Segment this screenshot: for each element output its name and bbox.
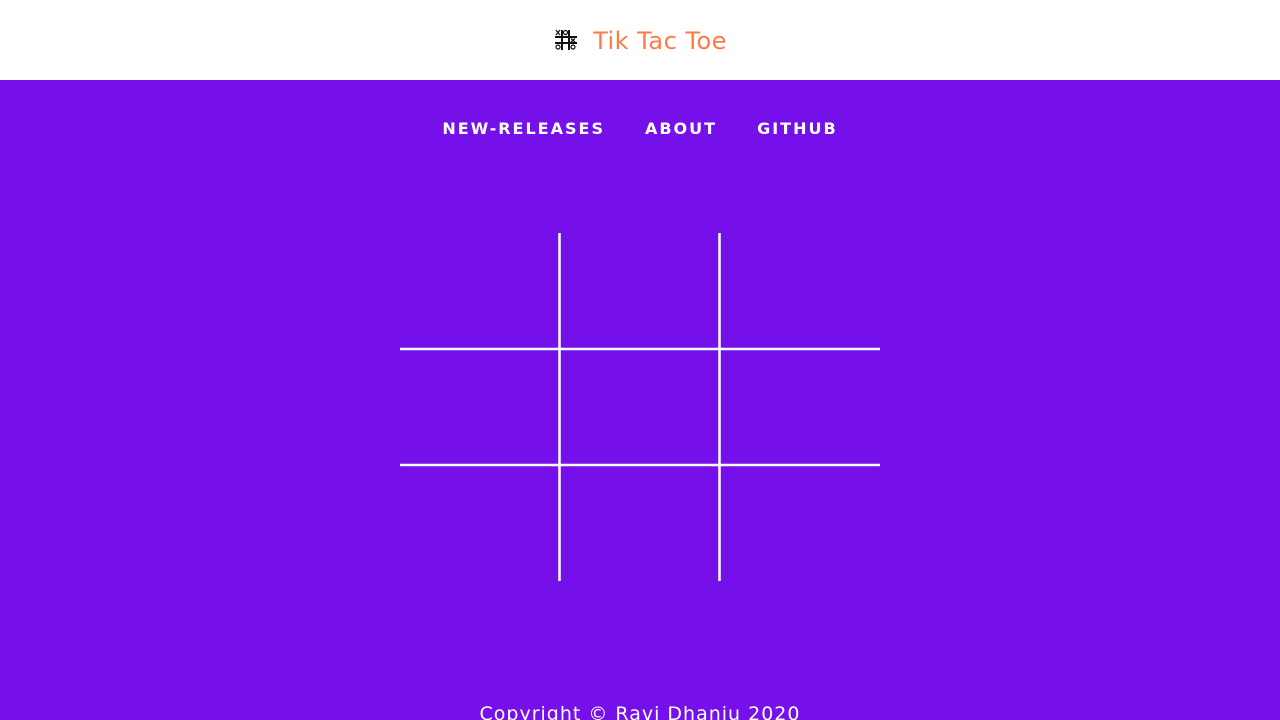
nav-new-releases[interactable]: NEW-RELEASES <box>442 117 605 141</box>
top-header: Tik Tac Toe <box>0 0 1280 80</box>
board-cell-6[interactable] <box>721 350 880 464</box>
page-footer: Copyright © Ravi Dhaniu 2020 <box>0 700 1280 720</box>
board-cell-3[interactable] <box>721 233 880 348</box>
brand-link[interactable]: Tik Tac Toe <box>553 26 727 55</box>
main-nav: NEW-RELEASES ABOUT GITHUB <box>0 117 1280 141</box>
board-cell-4[interactable] <box>400 350 559 464</box>
board-cell-8[interactable] <box>561 466 718 581</box>
copyright-text: Copyright © Ravi Dhaniu 2020 <box>479 703 801 720</box>
nav-about[interactable]: ABOUT <box>645 117 717 141</box>
board-cell-7[interactable] <box>400 466 559 581</box>
board-cell-2[interactable] <box>561 233 718 348</box>
board-cell-5[interactable] <box>561 350 718 464</box>
app-title: Tik Tac Toe <box>593 27 727 55</box>
game-board <box>400 233 880 581</box>
board-cell-9[interactable] <box>721 466 880 581</box>
tic-tac-toe-icon <box>553 27 587 53</box>
nav-github[interactable]: GITHUB <box>757 117 838 141</box>
board-cell-1[interactable] <box>400 233 559 348</box>
